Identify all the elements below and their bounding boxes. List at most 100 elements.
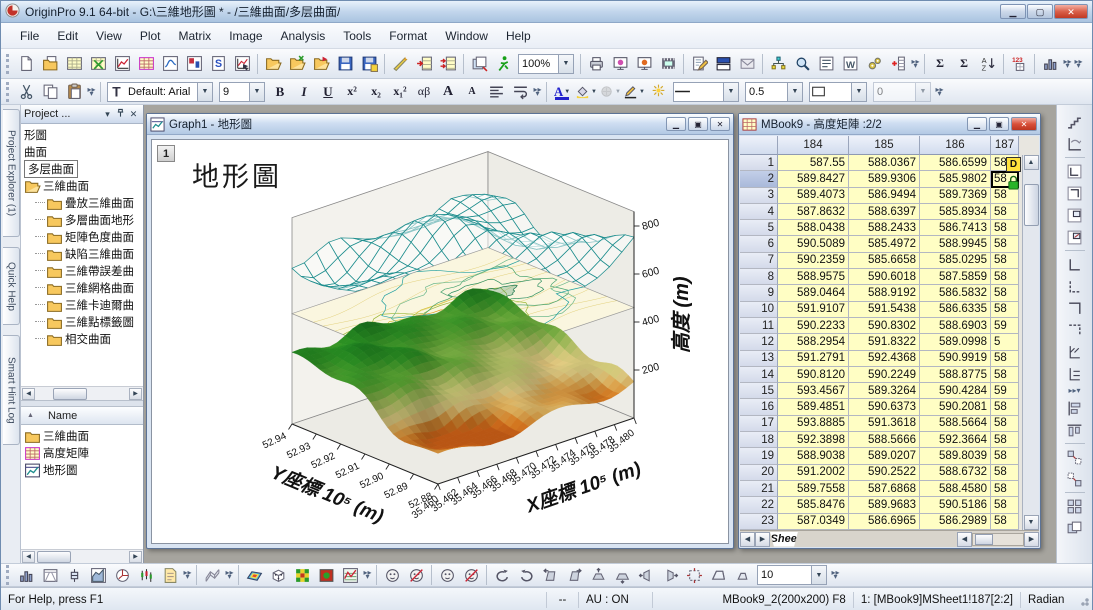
matrix-cell-partial[interactable]: 58 [991,481,1019,497]
scroll-right-icon[interactable]: ▶ [129,551,142,563]
matrix-cell[interactable]: 587.5859 [920,269,991,285]
matrix-cell-partial[interactable]: 58 [991,236,1019,252]
rotation-angle-combo[interactable]: 10▼ [757,565,827,585]
matrix-cell[interactable]: 588.6732 [920,465,991,481]
add-right-y-axis-button[interactable] [1063,275,1087,297]
tree-item-clipped[interactable]: 曲面 [21,143,143,160]
import-multiple-ascii-button[interactable] [436,52,460,75]
toolbar-overflow-chevron[interactable]: ▸▸▾ [532,81,543,103]
menu-plot[interactable]: Plot [131,26,170,46]
increase-perspective-button[interactable] [706,564,730,587]
new-layer-top-x-button[interactable] [1063,182,1087,204]
tree-folder[interactable]: 矩陣色度曲面 [21,228,143,245]
font-color-button[interactable]: A▼ [550,80,574,103]
align-top-button[interactable] [1063,419,1087,441]
stock-plot-button[interactable] [134,564,158,587]
scroll-up-icon[interactable]: ▲ [1024,155,1039,170]
open-excel-button[interactable] [285,52,309,75]
sheet-next-icon[interactable]: ▶ [755,532,770,547]
row-header-14[interactable]: 14 [740,367,778,383]
matrix-restore-button[interactable]: ▣ [989,117,1009,131]
scroll-down-icon[interactable]: ▼ [1024,515,1039,530]
matrix-cell[interactable]: 585.6658 [849,253,920,269]
extract-to-graphs-button[interactable] [1063,363,1087,385]
panel-splitter[interactable] [21,400,143,407]
toolbar-overflow-chevron[interactable]: ▸▸▾ [830,564,841,586]
graph-minimize-button[interactable]: ▁ [666,117,686,131]
zoom-tool-button[interactable] [790,52,814,75]
matrix-cell[interactable]: 589.9306 [849,171,920,187]
matrix-cell[interactable]: 592.3898 [778,432,849,448]
matrix-cell-partial[interactable]: 58 [991,269,1019,285]
matrix-cell[interactable]: 591.2791 [778,351,849,367]
tree-folder-root[interactable]: 三維曲面 [21,177,143,194]
toolbar-overflow-chevron[interactable]: ▸▸▾ [224,564,235,586]
matrix-cell[interactable]: 585.8934 [920,204,991,220]
matrix-cell-partial[interactable]: 58 [991,367,1019,383]
matrix-cell[interactable]: 590.8302 [849,318,920,334]
new-inset-data-button[interactable] [1063,226,1087,248]
recalculate-lock-icon[interactable] [1006,174,1021,191]
matrix-cell-partial[interactable]: 58 [991,514,1019,530]
font-size-combo[interactable]: 9▼ [219,82,265,102]
toolbar-overflow-chevron[interactable]: ▸▸▾ [182,564,193,586]
matrix-cell[interactable]: 589.8427 [778,171,849,187]
matrix-cell[interactable]: 589.0464 [778,285,849,301]
matrix-cell[interactable]: 593.8885 [778,416,849,432]
row-header-3[interactable]: 3 [740,188,778,204]
matrix-cell[interactable]: 591.3618 [849,416,920,432]
toolbar-overflow-chevron[interactable]: ▸▸▾ [86,81,97,103]
matrix-corner-cell[interactable] [740,136,778,155]
matrix-cell[interactable]: 592.3664 [920,432,991,448]
matrix-cell-partial[interactable]: 59 [991,383,1019,399]
sort-button[interactable]: AZ [976,52,1000,75]
matrix-cell[interactable]: 586.6965 [849,514,920,530]
distribute-horizontal-button[interactable] [1063,446,1087,468]
rotate-frame-button[interactable] [1063,133,1087,155]
align-left-button[interactable] [1063,397,1087,419]
file-item[interactable]: 三維曲面 [21,427,143,444]
row-header-7[interactable]: 7 [740,253,778,269]
menu-image[interactable]: Image [220,26,271,46]
matrix-cell[interactable]: 588.9038 [778,448,849,464]
toolbar-grip[interactable] [6,54,11,74]
new-plot-button[interactable] [230,52,254,75]
matrix-cell[interactable]: 591.8322 [849,334,920,350]
matrix-cell-partial[interactable]: 59 [991,318,1019,334]
files-list-hscrollbar[interactable]: ◀ ▶ [21,549,143,563]
matrix-cell[interactable]: 585.0295 [920,253,991,269]
tree-folder[interactable]: 三維點標籤圖 [21,313,143,330]
tree-folder[interactable]: 疊放三維曲面 [21,194,143,211]
row-header-18[interactable]: 18 [740,432,778,448]
new-function-plot-button[interactable] [158,52,182,75]
tree-item-clipped[interactable]: 形圖 [21,126,143,143]
graph-window[interactable]: Graph1 - 地形圖 ▁ ▣ ✕ 1 35.46035.46235.4643… [146,113,734,549]
matrix-cell[interactable]: 585.8476 [778,497,849,513]
file-item[interactable]: 地形圖 [21,461,143,478]
tree-folder[interactable]: 多層曲面地形 [21,211,143,228]
matrix-window[interactable]: MBook9 - 高度矩陣 :2/2 ▁ ▣ ✕ 184185186187158… [738,113,1041,549]
row-header-15[interactable]: 15 [740,383,778,399]
dropdown-arrow-icon[interactable]: ▼ [197,83,212,101]
toolbar-overflow-chevron[interactable]: ▸▸▾ [1069,385,1080,397]
fill-color-button[interactable]: ▼ [574,80,598,103]
column-header-185[interactable]: 185 [849,136,920,155]
matrix-cell-partial[interactable]: 58 [991,497,1019,513]
matrix-cell-partial[interactable]: 58 [991,416,1019,432]
row-header-10[interactable]: 10 [740,302,778,318]
resize-grip[interactable] [1076,593,1090,607]
project-tree-hscrollbar[interactable]: ◀ ▶ [21,386,143,400]
glow-button[interactable] [646,80,670,103]
maximize-button[interactable]: ▢ [1027,4,1053,19]
matrix-window-titlebar[interactable]: MBook9 - 高度矩陣 :2/2 ▁ ▣ ✕ [739,114,1040,135]
matrix-cell[interactable]: 589.9683 [849,497,920,513]
toolbar-overflow-chevron[interactable]: ▸▸▾ [1073,53,1084,75]
align-button[interactable] [484,80,508,103]
matrix-cell[interactable]: 589.8039 [920,448,991,464]
matrix-cell[interactable]: 588.5664 [920,416,991,432]
line-color-button[interactable]: ▼ [622,80,646,103]
underline-button[interactable]: U [316,80,340,103]
dropdown-arrow-icon[interactable]: ▼ [811,566,826,584]
duplicate-batch-button[interactable] [467,52,491,75]
profile-plot-button[interactable] [338,564,362,587]
